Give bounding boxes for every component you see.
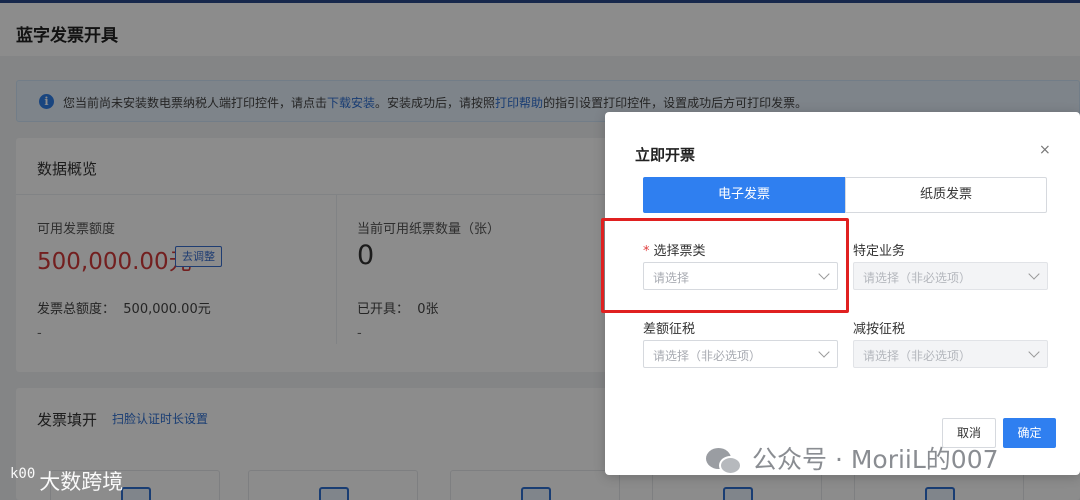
- diff-tax-label: 差额征税: [643, 322, 696, 337]
- special-business-placeholder: 请选择（非必选项）: [863, 271, 972, 285]
- diff-tax-select[interactable]: 请选择（非必选项）: [643, 340, 838, 368]
- chevron-down-icon: [818, 346, 830, 358]
- reduced-tax-label: 减按征税: [853, 322, 906, 337]
- tab-electronic-invoice[interactable]: 电子发票: [643, 177, 845, 213]
- watermark-left-mini: k00: [10, 466, 36, 482]
- confirm-button[interactable]: 确定: [1003, 418, 1056, 448]
- diff-tax-placeholder: 请选择（非必选项）: [653, 349, 762, 363]
- chevron-down-icon: [1028, 268, 1040, 280]
- tab-paper-invoice[interactable]: 纸质发票: [845, 177, 1047, 213]
- close-icon[interactable]: ×: [1039, 142, 1051, 158]
- wechat-icon: [706, 446, 744, 476]
- watermark-right: 公众号 · MoriiL的007: [706, 440, 999, 476]
- reduced-tax-select[interactable]: 请选择（非必选项）: [853, 340, 1048, 368]
- chevron-down-icon: [1028, 346, 1040, 358]
- watermark-left-text: 大数跨境: [39, 470, 124, 494]
- special-business-label: 特定业务: [853, 244, 906, 259]
- dialog-title: 立即开票: [635, 146, 696, 164]
- watermark-right-text: 公众号 · MoriiL的007: [752, 445, 999, 474]
- highlight-box: [601, 218, 849, 313]
- watermark-left: k00 大数跨境: [10, 466, 123, 496]
- special-business-select[interactable]: 请选择（非必选项）: [853, 262, 1048, 290]
- reduced-tax-placeholder: 请选择（非必选项）: [863, 349, 972, 363]
